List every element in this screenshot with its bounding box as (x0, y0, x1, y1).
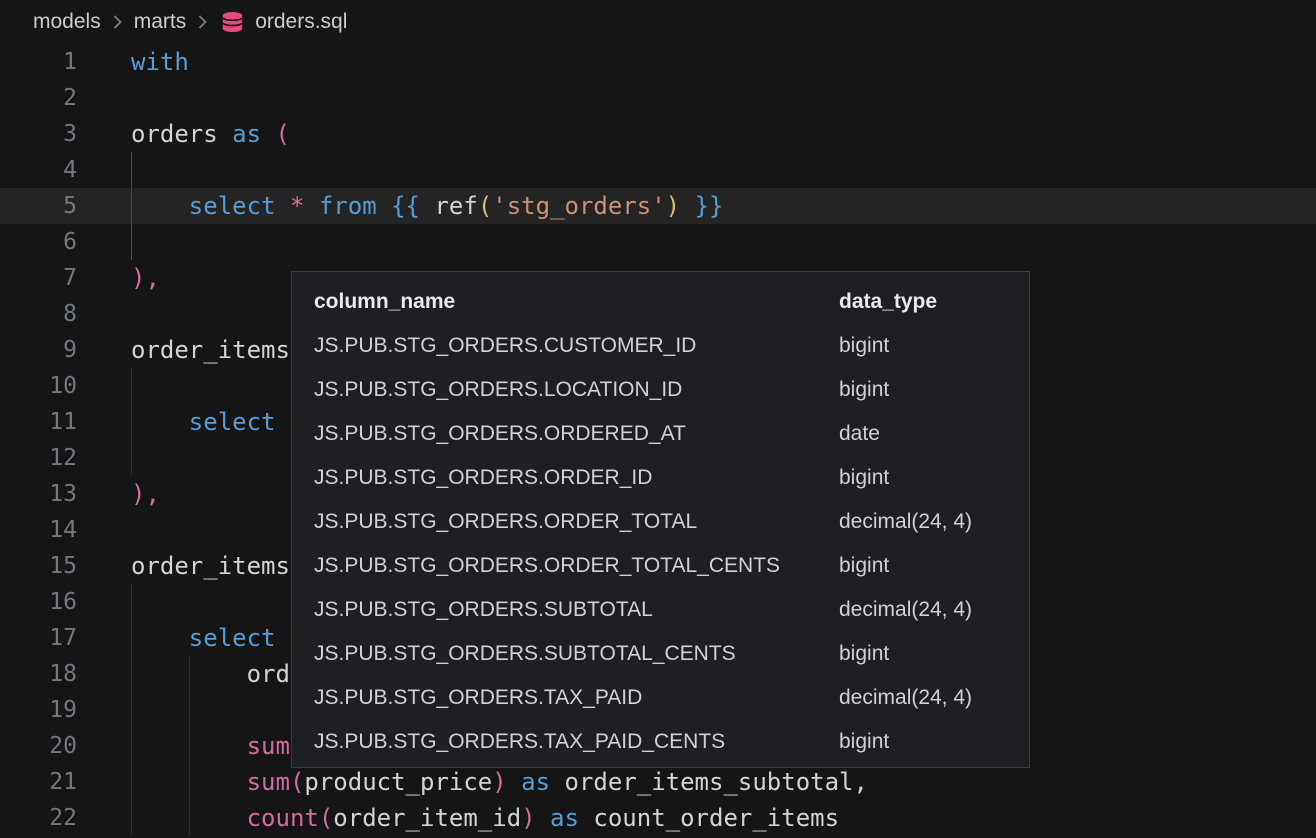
line-number: 7 (0, 260, 77, 296)
popup-cell-data-type: bigint (839, 466, 1029, 490)
indent-guide (189, 692, 190, 728)
line-number: 4 (0, 152, 77, 188)
code-text: order_items (131, 548, 290, 584)
popup-row: JS.PUB.STG_ORDERS.SUBTOTALdecimal(24, 4) (314, 588, 1029, 632)
line-number: 16 (0, 584, 77, 620)
line-number: 8 (0, 296, 77, 332)
line-number: 17 (0, 620, 77, 656)
popup-cell-column-name: JS.PUB.STG_ORDERS.SUBTOTAL (314, 598, 839, 622)
popup-cell-data-type: bigint (839, 334, 1029, 358)
code-line-6[interactable]: 6 (0, 224, 1316, 260)
popup-row: JS.PUB.STG_ORDERS.ORDER_TOTAL_CENTSbigin… (314, 544, 1029, 588)
popup-cell-column-name: JS.PUB.STG_ORDERS.LOCATION_ID (314, 378, 839, 402)
popup-cell-data-type: decimal(24, 4) (839, 598, 1029, 622)
line-number: 19 (0, 692, 77, 728)
popup-row: JS.PUB.STG_ORDERS.LOCATION_IDbigint (314, 368, 1029, 412)
line-number: 12 (0, 440, 77, 476)
line-number: 15 (0, 548, 77, 584)
popup-cell-column-name: JS.PUB.STG_ORDERS.TAX_PAID (314, 686, 839, 710)
code-text: with (131, 44, 189, 80)
popup-cell-data-type: bigint (839, 730, 1029, 754)
line-number: 11 (0, 404, 77, 440)
popup-cell-column-name: JS.PUB.STG_ORDERS.SUBTOTAL_CENTS (314, 642, 839, 666)
line-number: 13 (0, 476, 77, 512)
code-line-5[interactable]: 5 select * from {{ ref('stg_orders') }} (0, 188, 1316, 224)
chevron-right-icon (112, 13, 123, 31)
breadcrumb-file-name[interactable]: orders.sql (255, 10, 347, 34)
editor-code-area[interactable]: 1 with 23 orders as ( 45 select * from {{ re… (0, 44, 1316, 838)
indent-guide (131, 584, 132, 620)
line-number: 14 (0, 512, 77, 548)
popup-row: JS.PUB.STG_ORDERS.TAX_PAID_CENTSbigint (314, 720, 1029, 764)
indent-guide (131, 152, 132, 188)
line-number: 9 (0, 332, 77, 368)
line-number: 22 (0, 800, 77, 836)
popup-header-data-type: data_type (839, 290, 1029, 314)
code-text: select (131, 404, 276, 440)
line-number: 5 (0, 188, 77, 224)
popup-row: JS.PUB.STG_ORDERS.TAX_PAIDdecimal(24, 4) (314, 676, 1029, 720)
code-line-22[interactable]: 22 count(order_item_id) as count_order_i… (0, 800, 1316, 836)
popup-cell-column-name: JS.PUB.STG_ORDERS.ORDER_TOTAL (314, 510, 839, 534)
popup-row: JS.PUB.STG_ORDERS.ORDER_TOTALdecimal(24,… (314, 500, 1029, 544)
popup-cell-column-name: JS.PUB.STG_ORDERS.ORDER_ID (314, 466, 839, 490)
popup-cell-data-type: decimal(24, 4) (839, 686, 1029, 710)
popup-cell-data-type: date (839, 422, 1029, 446)
code-text: order_items (131, 332, 290, 368)
popup-cell-data-type: bigint (839, 554, 1029, 578)
line-number: 10 (0, 368, 77, 404)
code-text: ), (131, 260, 160, 296)
code-line-21[interactable]: 21 sum(product_price) as order_items_sub… (0, 764, 1316, 800)
popup-header-column-name: column_name (314, 290, 839, 314)
code-text: ord (131, 656, 290, 692)
popup-rows: JS.PUB.STG_ORDERS.CUSTOMER_IDbigintJS.PU… (314, 324, 1029, 764)
line-number: 1 (0, 44, 77, 80)
indent-guide (131, 368, 132, 404)
breadcrumb-item-marts[interactable]: marts (134, 10, 187, 34)
code-text: orders as ( (131, 116, 290, 152)
popup-cell-column-name: JS.PUB.STG_ORDERS.TAX_PAID_CENTS (314, 730, 839, 754)
indent-guide (131, 224, 132, 260)
popup-cell-data-type: bigint (839, 642, 1029, 666)
indent-guide (131, 692, 132, 728)
popup-cell-column-name: JS.PUB.STG_ORDERS.ORDERED_AT (314, 422, 839, 446)
line-number: 6 (0, 224, 77, 260)
line-number: 20 (0, 728, 77, 764)
code-line-2[interactable]: 2 (0, 80, 1316, 116)
popup-cell-column-name: JS.PUB.STG_ORDERS.CUSTOMER_ID (314, 334, 839, 358)
breadcrumb-item-models[interactable]: models (33, 10, 101, 34)
code-text: select (131, 620, 276, 656)
code-line-3[interactable]: 3 orders as ( (0, 116, 1316, 152)
code-text: sum(product_price) as order_items_subtot… (131, 764, 868, 800)
column-info-popup: column_name data_type JS.PUB.STG_ORDERS.… (291, 271, 1030, 768)
line-number: 21 (0, 764, 77, 800)
popup-header-row: column_name data_type (314, 280, 1029, 324)
popup-cell-data-type: decimal(24, 4) (839, 510, 1029, 534)
breadcrumb-bar: models marts orders.sql (0, 0, 1316, 44)
line-number: 18 (0, 656, 77, 692)
popup-row: JS.PUB.STG_ORDERS.CUSTOMER_IDbigint (314, 324, 1029, 368)
code-text: ), (131, 476, 160, 512)
popup-row: JS.PUB.STG_ORDERS.ORDER_IDbigint (314, 456, 1029, 500)
popup-row: JS.PUB.STG_ORDERS.ORDERED_ATdate (314, 412, 1029, 456)
popup-cell-data-type: bigint (839, 378, 1029, 402)
code-text: select * from {{ ref('stg_orders') }} (131, 188, 723, 224)
chevron-right-icon (197, 13, 208, 31)
line-number: 2 (0, 80, 77, 116)
indent-guide (131, 440, 132, 476)
code-line-4[interactable]: 4 (0, 152, 1316, 188)
popup-cell-column-name: JS.PUB.STG_ORDERS.ORDER_TOTAL_CENTS (314, 554, 839, 578)
code-text: count(order_item_id) as count_order_item… (131, 800, 839, 836)
code-line-1[interactable]: 1 with (0, 44, 1316, 80)
database-icon (221, 11, 244, 33)
dbt-ide-editor: models marts orders.sql 1 with 23 orders as… (0, 0, 1316, 838)
line-number: 3 (0, 116, 77, 152)
popup-row: JS.PUB.STG_ORDERS.SUBTOTAL_CENTSbigint (314, 632, 1029, 676)
